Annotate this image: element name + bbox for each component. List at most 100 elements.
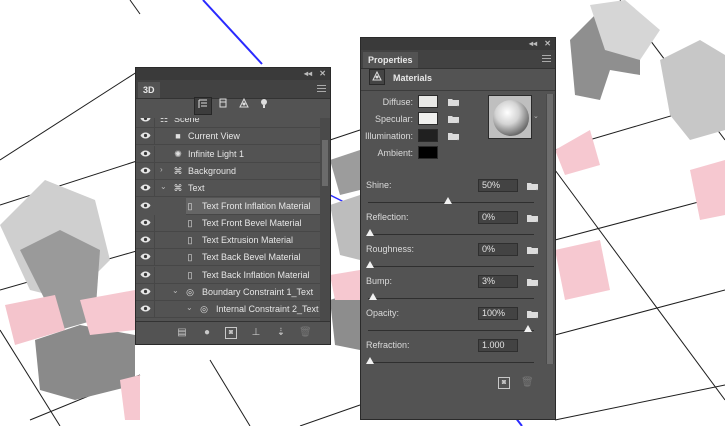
slider-track[interactable]: [368, 234, 534, 235]
align-icon[interactable]: ⇣: [275, 327, 287, 339]
chevron-down-icon[interactable]: ⌄: [533, 112, 539, 120]
list-item[interactable]: ☷ Scene: [136, 118, 320, 128]
slider-handle[interactable]: [366, 229, 374, 236]
ambient-color-swatch[interactable]: [418, 146, 438, 159]
list-item[interactable]: › ⌘ Background: [136, 162, 320, 180]
meshes-icon[interactable]: [214, 97, 232, 115]
color-label: Illumination:: [364, 131, 413, 141]
chevron-down-icon[interactable]: ⌄: [186, 303, 193, 312]
param-label: Roughness:: [366, 244, 415, 254]
panel-3d-topbar[interactable]: ◂◂ ✕: [136, 68, 330, 80]
tab-3d[interactable]: 3D: [138, 82, 160, 98]
collapse-panel-button[interactable]: ◂◂: [304, 68, 312, 80]
texture-folder-icon[interactable]: [448, 97, 459, 107]
material-picker[interactable]: [488, 95, 532, 139]
render-icon[interactable]: ◙: [498, 377, 510, 389]
row-divider: [154, 266, 155, 284]
texture-folder-icon[interactable]: [527, 309, 538, 319]
list-item[interactable]: ▯ Text Back Inflation Material: [136, 266, 320, 284]
whole-scene-icon[interactable]: [194, 97, 212, 115]
row-divider: [154, 145, 155, 163]
roughness-input[interactable]: 0%: [478, 243, 518, 256]
visibility-eye-icon[interactable]: [140, 132, 152, 139]
visibility-eye-icon[interactable]: [140, 202, 152, 209]
opacity-input[interactable]: 100%: [478, 307, 518, 320]
collapse-properties-button[interactable]: ◂◂: [529, 38, 537, 50]
slider-track[interactable]: [368, 266, 534, 267]
list-item-label: Internal Constraint 2_Text: [216, 304, 319, 315]
visibility-eye-icon[interactable]: [140, 219, 152, 226]
list-item[interactable]: ▯ Text Extrusion Material: [136, 232, 320, 250]
visibility-eye-icon[interactable]: [140, 253, 152, 260]
list-item[interactable]: ▯ Text Front Bevel Material: [136, 214, 320, 232]
new-mesh-icon[interactable]: ▤: [176, 327, 188, 339]
render-icon[interactable]: ◙: [225, 327, 237, 339]
specular-color-swatch[interactable]: [418, 112, 438, 125]
material-sphere-icon: [493, 100, 529, 136]
materials-header: [361, 64, 555, 91]
list-item-label: Text Back Bevel Material: [202, 252, 301, 263]
texture-folder-icon[interactable]: [527, 181, 538, 191]
close-panel-button[interactable]: ✕: [319, 68, 326, 80]
slider-handle[interactable]: [368, 293, 377, 300]
list-item[interactable]: ▯ Text Back Bevel Material: [136, 249, 320, 267]
chevron-right-icon[interactable]: ›: [160, 165, 163, 174]
visibility-eye-icon[interactable]: [140, 305, 152, 312]
chevron-down-icon[interactable]: ⌄: [172, 286, 179, 295]
slider-handle[interactable]: [444, 197, 452, 204]
materials-icon[interactable]: [235, 97, 253, 115]
shine-input[interactable]: 50%: [478, 179, 518, 192]
add-light-icon[interactable]: ●: [201, 327, 213, 339]
list-item[interactable]: ▯ Text Front Inflation Material: [140, 197, 320, 215]
color-label: Diffuse:: [382, 97, 413, 107]
illumination-color-swatch[interactable]: [418, 129, 438, 142]
row-divider: [154, 284, 155, 301]
slider-track[interactable]: [368, 362, 534, 363]
param-label: Refraction:: [366, 340, 410, 350]
lights-icon[interactable]: [255, 97, 273, 115]
list-item[interactable]: ⌄ ⌘ Text: [136, 180, 320, 198]
visibility-eye-icon[interactable]: [140, 167, 152, 174]
texture-folder-icon[interactable]: [527, 277, 538, 287]
panel-menu-icon[interactable]: [317, 85, 326, 92]
slider-handle[interactable]: [524, 325, 532, 332]
properties-menu-icon[interactable]: [542, 55, 551, 62]
list-item[interactable]: ■ Current View: [136, 128, 320, 146]
slider-handle[interactable]: [366, 357, 374, 364]
reflection-input[interactable]: 0%: [478, 211, 518, 224]
param-label: Shine:: [366, 180, 392, 190]
row-divider: [154, 232, 155, 250]
param-label: Bump:: [366, 276, 393, 286]
list-item[interactable]: ✺ Infinite Light 1: [136, 145, 320, 163]
properties-scrollbar-thumb[interactable]: [547, 94, 553, 364]
bump-input[interactable]: 3%: [478, 275, 518, 288]
slider-track[interactable]: [368, 298, 534, 299]
list-item[interactable]: ⌄ ◎ Boundary Constraint 1_Text: [136, 284, 320, 301]
visibility-eye-icon[interactable]: [140, 271, 152, 278]
visibility-eye-icon[interactable]: [140, 288, 152, 295]
scene-scrollbar-thumb[interactable]: [322, 140, 328, 186]
close-properties-button[interactable]: ✕: [544, 38, 551, 50]
color-label: Ambient:: [377, 148, 413, 158]
visibility-eye-icon[interactable]: [140, 118, 152, 122]
slider-handle[interactable]: [366, 261, 374, 268]
list-item-label: Background: [188, 165, 237, 176]
texture-folder-icon[interactable]: [527, 213, 538, 223]
properties-topbar[interactable]: ◂◂ ✕: [361, 38, 555, 50]
trash-icon[interactable]: 🗑: [299, 327, 312, 339]
texture-folder-icon[interactable]: [448, 114, 459, 124]
refraction-input[interactable]: 1.000: [478, 339, 518, 352]
visibility-eye-icon[interactable]: [140, 236, 152, 243]
texture-folder-icon[interactable]: [527, 245, 538, 255]
trash-icon[interactable]: 🗑: [521, 377, 534, 389]
section-title: Materials: [393, 73, 433, 83]
materials-icon: [369, 69, 385, 85]
diffuse-color-swatch[interactable]: [418, 95, 438, 108]
texture-folder-icon[interactable]: [448, 131, 459, 141]
visibility-eye-icon[interactable]: [140, 184, 152, 191]
chevron-down-icon[interactable]: ⌄: [160, 182, 167, 191]
list-item[interactable]: ⌄ ◎ Internal Constraint 2_Text: [136, 301, 320, 319]
visibility-eye-icon[interactable]: [140, 150, 152, 157]
slider-track[interactable]: [368, 330, 534, 331]
ground-plane-icon[interactable]: ⊥: [250, 327, 262, 339]
